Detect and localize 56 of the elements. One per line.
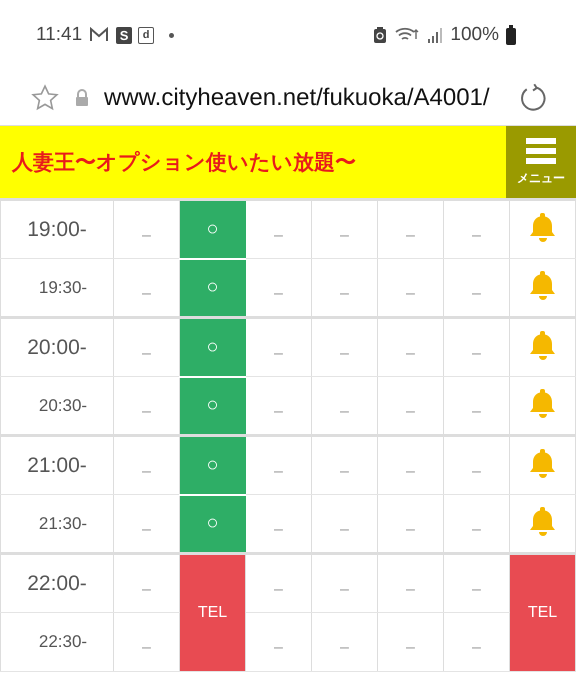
app-badge: S xyxy=(116,26,132,44)
bell-icon[interactable] xyxy=(528,269,556,301)
bell-icon[interactable] xyxy=(528,387,556,419)
unavailable-cell: – xyxy=(246,612,312,672)
unavailable-cell: – xyxy=(312,436,378,494)
bell-icon[interactable] xyxy=(528,329,556,361)
bookmark-star-icon[interactable] xyxy=(30,82,60,112)
menu-icon xyxy=(526,138,556,164)
call-cell[interactable]: TEL xyxy=(510,554,576,672)
time-slot-label: 22:30- xyxy=(38,632,88,651)
bell-icon[interactable] xyxy=(528,505,556,537)
unavailable-cell: – xyxy=(444,200,510,258)
mail-icon xyxy=(89,27,110,43)
lock-icon xyxy=(74,88,90,106)
battery-icon xyxy=(506,25,516,45)
available-cell[interactable]: ○ xyxy=(180,376,246,436)
time-slot-label: 21:00- xyxy=(27,454,87,476)
available-cell[interactable]: ○ xyxy=(180,318,246,376)
time-slot-label: 20:30- xyxy=(38,396,88,414)
time-slot-label: 22:00- xyxy=(27,572,87,594)
unavailable-cell: – xyxy=(312,318,378,376)
unavailable-cell: – xyxy=(246,436,312,494)
available-cell[interactable]: ○ xyxy=(180,200,246,258)
unavailable-cell: – xyxy=(378,554,444,612)
time-slot-label: 19:30- xyxy=(38,278,88,296)
time-slot-label: 21:30- xyxy=(38,514,88,532)
unavailable-cell: – xyxy=(378,318,444,376)
app-badge: d xyxy=(138,26,154,44)
unavailable-cell: – xyxy=(444,436,510,494)
unavailable-cell: – xyxy=(246,554,312,612)
reload-icon[interactable] xyxy=(518,82,548,112)
bell-icon[interactable] xyxy=(528,211,556,243)
shop-title: 人妻王〜オプション使いたい放題〜 xyxy=(10,150,357,176)
available-cell[interactable]: ○ xyxy=(180,494,246,554)
unavailable-cell: – xyxy=(246,200,312,258)
url-text[interactable]: www.cityheaven.net/fukuoka/A4001/ xyxy=(104,84,490,110)
unavailable-cell: – xyxy=(444,318,510,376)
unavailable-cell: – xyxy=(312,554,378,612)
bell-icon[interactable] xyxy=(528,447,556,479)
unavailable-cell: – xyxy=(378,436,444,494)
available-cell[interactable]: ○ xyxy=(180,436,246,494)
unavailable-cell: – xyxy=(312,612,378,672)
battery-percent: 100% xyxy=(450,24,499,46)
battery-saver-icon xyxy=(373,26,388,44)
unavailable-cell: – xyxy=(312,200,378,258)
unavailable-cell: – xyxy=(246,318,312,376)
available-cell[interactable]: ○ xyxy=(180,258,246,318)
time-slot-label: 19:00- xyxy=(27,218,87,240)
time-slot-label: 20:00- xyxy=(27,336,87,358)
notification-dot xyxy=(169,32,174,38)
unavailable-cell: – xyxy=(378,200,444,258)
signal-icon xyxy=(427,26,444,44)
unavailable-cell: – xyxy=(378,612,444,672)
menu-button[interactable]: メニュー xyxy=(506,126,576,198)
clock-time: 11:41 xyxy=(36,24,82,46)
call-cell[interactable]: TEL xyxy=(180,554,246,672)
